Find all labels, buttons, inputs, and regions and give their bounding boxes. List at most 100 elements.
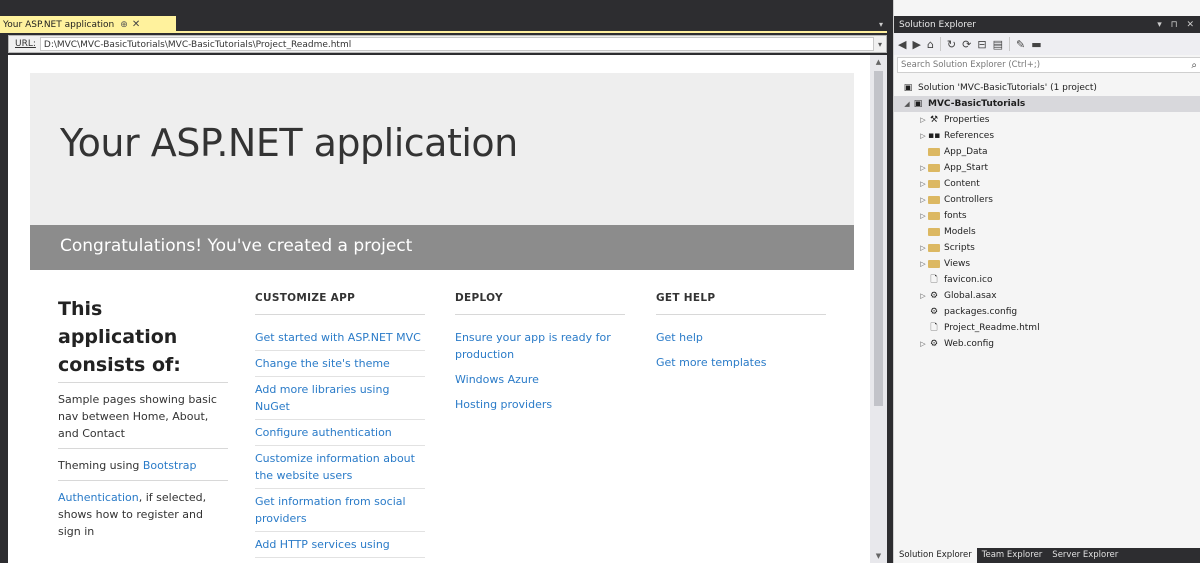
- search-icon[interactable]: ⌕: [1191, 60, 1200, 71]
- folder-icon: [928, 228, 940, 236]
- intro-item: Theming using Bootstrap: [58, 448, 228, 480]
- solution-explorer-toolbar: ◀ ▶ ⌂ ↻ ⟳ ⊟ ▤ ✎ ▬: [894, 33, 1200, 55]
- expand-arrow-icon[interactable]: ▷: [918, 340, 928, 348]
- expand-arrow-icon[interactable]: ▷: [918, 116, 928, 124]
- panel-window-controls[interactable]: ▾ ⊓ ✕: [1157, 20, 1200, 30]
- solution-icon: ▣: [903, 83, 913, 93]
- column-link[interactable]: Ensure your app is ready for production: [455, 325, 625, 367]
- column-link[interactable]: Hosting providers: [455, 392, 625, 417]
- folder-icon: [928, 212, 940, 220]
- solution-tree: ▣ Solution 'MVC-BasicTutorials' (1 proje…: [894, 80, 1200, 352]
- column-link[interactable]: Get started with ASP.NET MVC: [255, 325, 425, 351]
- tree-node-label: Views: [944, 259, 971, 269]
- url-dropdown-icon[interactable]: ▾: [874, 40, 886, 49]
- column-link[interactable]: Change the site's theme: [255, 351, 425, 377]
- tree-node-label: Properties: [944, 115, 990, 125]
- expand-arrow-icon[interactable]: ▷: [918, 196, 928, 204]
- forward-icon[interactable]: ▶: [912, 38, 920, 51]
- expand-arrow-icon[interactable]: ▷: [918, 260, 928, 268]
- tree-node-solution[interactable]: ▣ Solution 'MVC-BasicTutorials' (1 proje…: [894, 80, 1200, 96]
- column-link[interactable]: Windows Azure: [455, 367, 625, 392]
- search-placeholder: Search Solution Explorer (Ctrl+;): [901, 60, 1041, 70]
- tab-server-explorer[interactable]: Server Explorer: [1047, 548, 1123, 563]
- tab-solution-explorer[interactable]: Solution Explorer: [894, 548, 977, 563]
- editor-pane: Your ASP.NET application ⊕ ✕ ▾ URL: D:\M…: [0, 0, 887, 563]
- folder-icon: [928, 196, 940, 204]
- tree-node-label: MVC-BasicTutorials: [928, 99, 1026, 109]
- wrench-icon: ⚒: [929, 115, 939, 125]
- expand-arrow-icon[interactable]: ▷: [918, 180, 928, 188]
- document-tab-strip: Your ASP.NET application ⊕ ✕ ▾: [0, 0, 887, 33]
- tree-node-label: Models: [944, 227, 976, 237]
- url-bar: URL: D:\MVC\MVC-BasicTutorials\MVC-Basic…: [8, 35, 887, 53]
- scroll-up-icon[interactable]: ▲: [870, 55, 887, 69]
- url-input[interactable]: D:\MVC\MVC-BasicTutorials\MVC-BasicTutor…: [39, 37, 874, 51]
- refresh-icon[interactable]: ⟳: [962, 38, 971, 51]
- tree-node-label: Project_Readme.html: [944, 323, 1040, 333]
- column-link[interactable]: Get help: [656, 325, 826, 350]
- column-link[interactable]: Add HTTP services using: [255, 532, 425, 558]
- expand-arrow-icon[interactable]: ▷: [918, 292, 928, 300]
- column-link[interactable]: Get information from social providers: [255, 489, 425, 532]
- column-link[interactable]: Add more libraries using NuGet: [255, 377, 425, 420]
- collapse-arrow-icon[interactable]: ◢: [902, 100, 912, 108]
- toolbar-separator: [1008, 37, 1010, 51]
- config-file-icon: ⚙: [929, 291, 939, 301]
- tree-node-item[interactable]: 🗋 Project_Readme.html: [894, 320, 1200, 336]
- solution-search-input[interactable]: Search Solution Explorer (Ctrl+;) ⌕: [897, 57, 1200, 73]
- tree-node-item[interactable]: ▷ Controllers: [894, 192, 1200, 208]
- page-title: Your ASP.NET application: [60, 121, 518, 165]
- show-all-files-icon[interactable]: ▤: [993, 38, 1003, 51]
- properties-icon[interactable]: ✎: [1016, 38, 1025, 51]
- pin-icon[interactable]: ⊕: [120, 20, 128, 30]
- sync-icon[interactable]: ↻: [947, 38, 956, 51]
- tree-node-item[interactable]: Models: [894, 224, 1200, 240]
- scroll-down-icon[interactable]: ▼: [870, 549, 887, 563]
- expand-arrow-icon[interactable]: ▷: [918, 212, 928, 220]
- intro-item: Authentication, if selected, shows how t…: [58, 480, 228, 546]
- column-link[interactable]: Customize information about the website …: [255, 446, 425, 489]
- intro-item: Sample pages showing basic nav between H…: [58, 382, 228, 448]
- intro-list: Sample pages showing basic nav between H…: [58, 382, 228, 546]
- tree-node-item[interactable]: App_Data: [894, 144, 1200, 160]
- tree-node-item[interactable]: ▷ App_Start: [894, 160, 1200, 176]
- column-link[interactable]: Configure authentication: [255, 420, 425, 446]
- close-icon[interactable]: ✕: [132, 19, 140, 30]
- tree-node-label: packages.config: [944, 307, 1018, 317]
- tab-team-explorer[interactable]: Team Explorer: [977, 548, 1048, 563]
- home-icon[interactable]: ⌂: [927, 38, 934, 51]
- tree-node-item[interactable]: ▷ Content: [894, 176, 1200, 192]
- folder-icon: [928, 180, 940, 188]
- tree-node-item[interactable]: ▷ ⚙ Global.asax: [894, 288, 1200, 304]
- tab-dropdown-icon[interactable]: ▾: [879, 20, 883, 29]
- folder-icon: [928, 148, 940, 156]
- intro-link[interactable]: Authentication: [58, 491, 139, 504]
- scrollbar-thumb[interactable]: [874, 71, 883, 406]
- document-tab[interactable]: Your ASP.NET application ⊕ ✕: [0, 16, 176, 33]
- tree-node-item[interactable]: ▷ fonts: [894, 208, 1200, 224]
- congrats-banner: Congratulations! You've created a projec…: [30, 225, 854, 270]
- tree-node-project[interactable]: ◢ ▣ MVC-BasicTutorials: [894, 96, 1200, 112]
- tree-node-label: fonts: [944, 211, 967, 221]
- file-icon: 🗋: [930, 323, 938, 333]
- preview-icon[interactable]: ▬: [1031, 38, 1041, 51]
- collapse-all-icon[interactable]: ⊟: [977, 38, 986, 51]
- tree-node-item[interactable]: 🗋 favicon.ico: [894, 272, 1200, 288]
- tree-node-item[interactable]: ▷ Scripts: [894, 240, 1200, 256]
- intro-link[interactable]: Bootstrap: [143, 459, 197, 472]
- tree-node-item[interactable]: ▷ ⚙ Web.config: [894, 336, 1200, 352]
- expand-arrow-icon[interactable]: ▷: [918, 132, 928, 140]
- column-link[interactable]: Get more templates: [656, 350, 826, 375]
- tree-node-item[interactable]: ▷ ⚒ Properties: [894, 112, 1200, 128]
- intro-text: Theming using: [58, 459, 143, 472]
- folder-icon: [928, 164, 940, 172]
- project-items: ▷ ⚒ Properties ▷ ▪▪ References App_Data ▷ App_St…: [894, 112, 1200, 352]
- solution-explorer-titlebar: Solution Explorer ▾ ⊓ ✕: [894, 16, 1200, 33]
- tree-node-item[interactable]: ▷ Views: [894, 256, 1200, 272]
- back-icon[interactable]: ◀: [898, 38, 906, 51]
- tree-node-item[interactable]: ⚙ packages.config: [894, 304, 1200, 320]
- vertical-scrollbar[interactable]: ▲ ▼: [870, 55, 887, 563]
- expand-arrow-icon[interactable]: ▷: [918, 244, 928, 252]
- tree-node-item[interactable]: ▷ ▪▪ References: [894, 128, 1200, 144]
- expand-arrow-icon[interactable]: ▷: [918, 164, 928, 172]
